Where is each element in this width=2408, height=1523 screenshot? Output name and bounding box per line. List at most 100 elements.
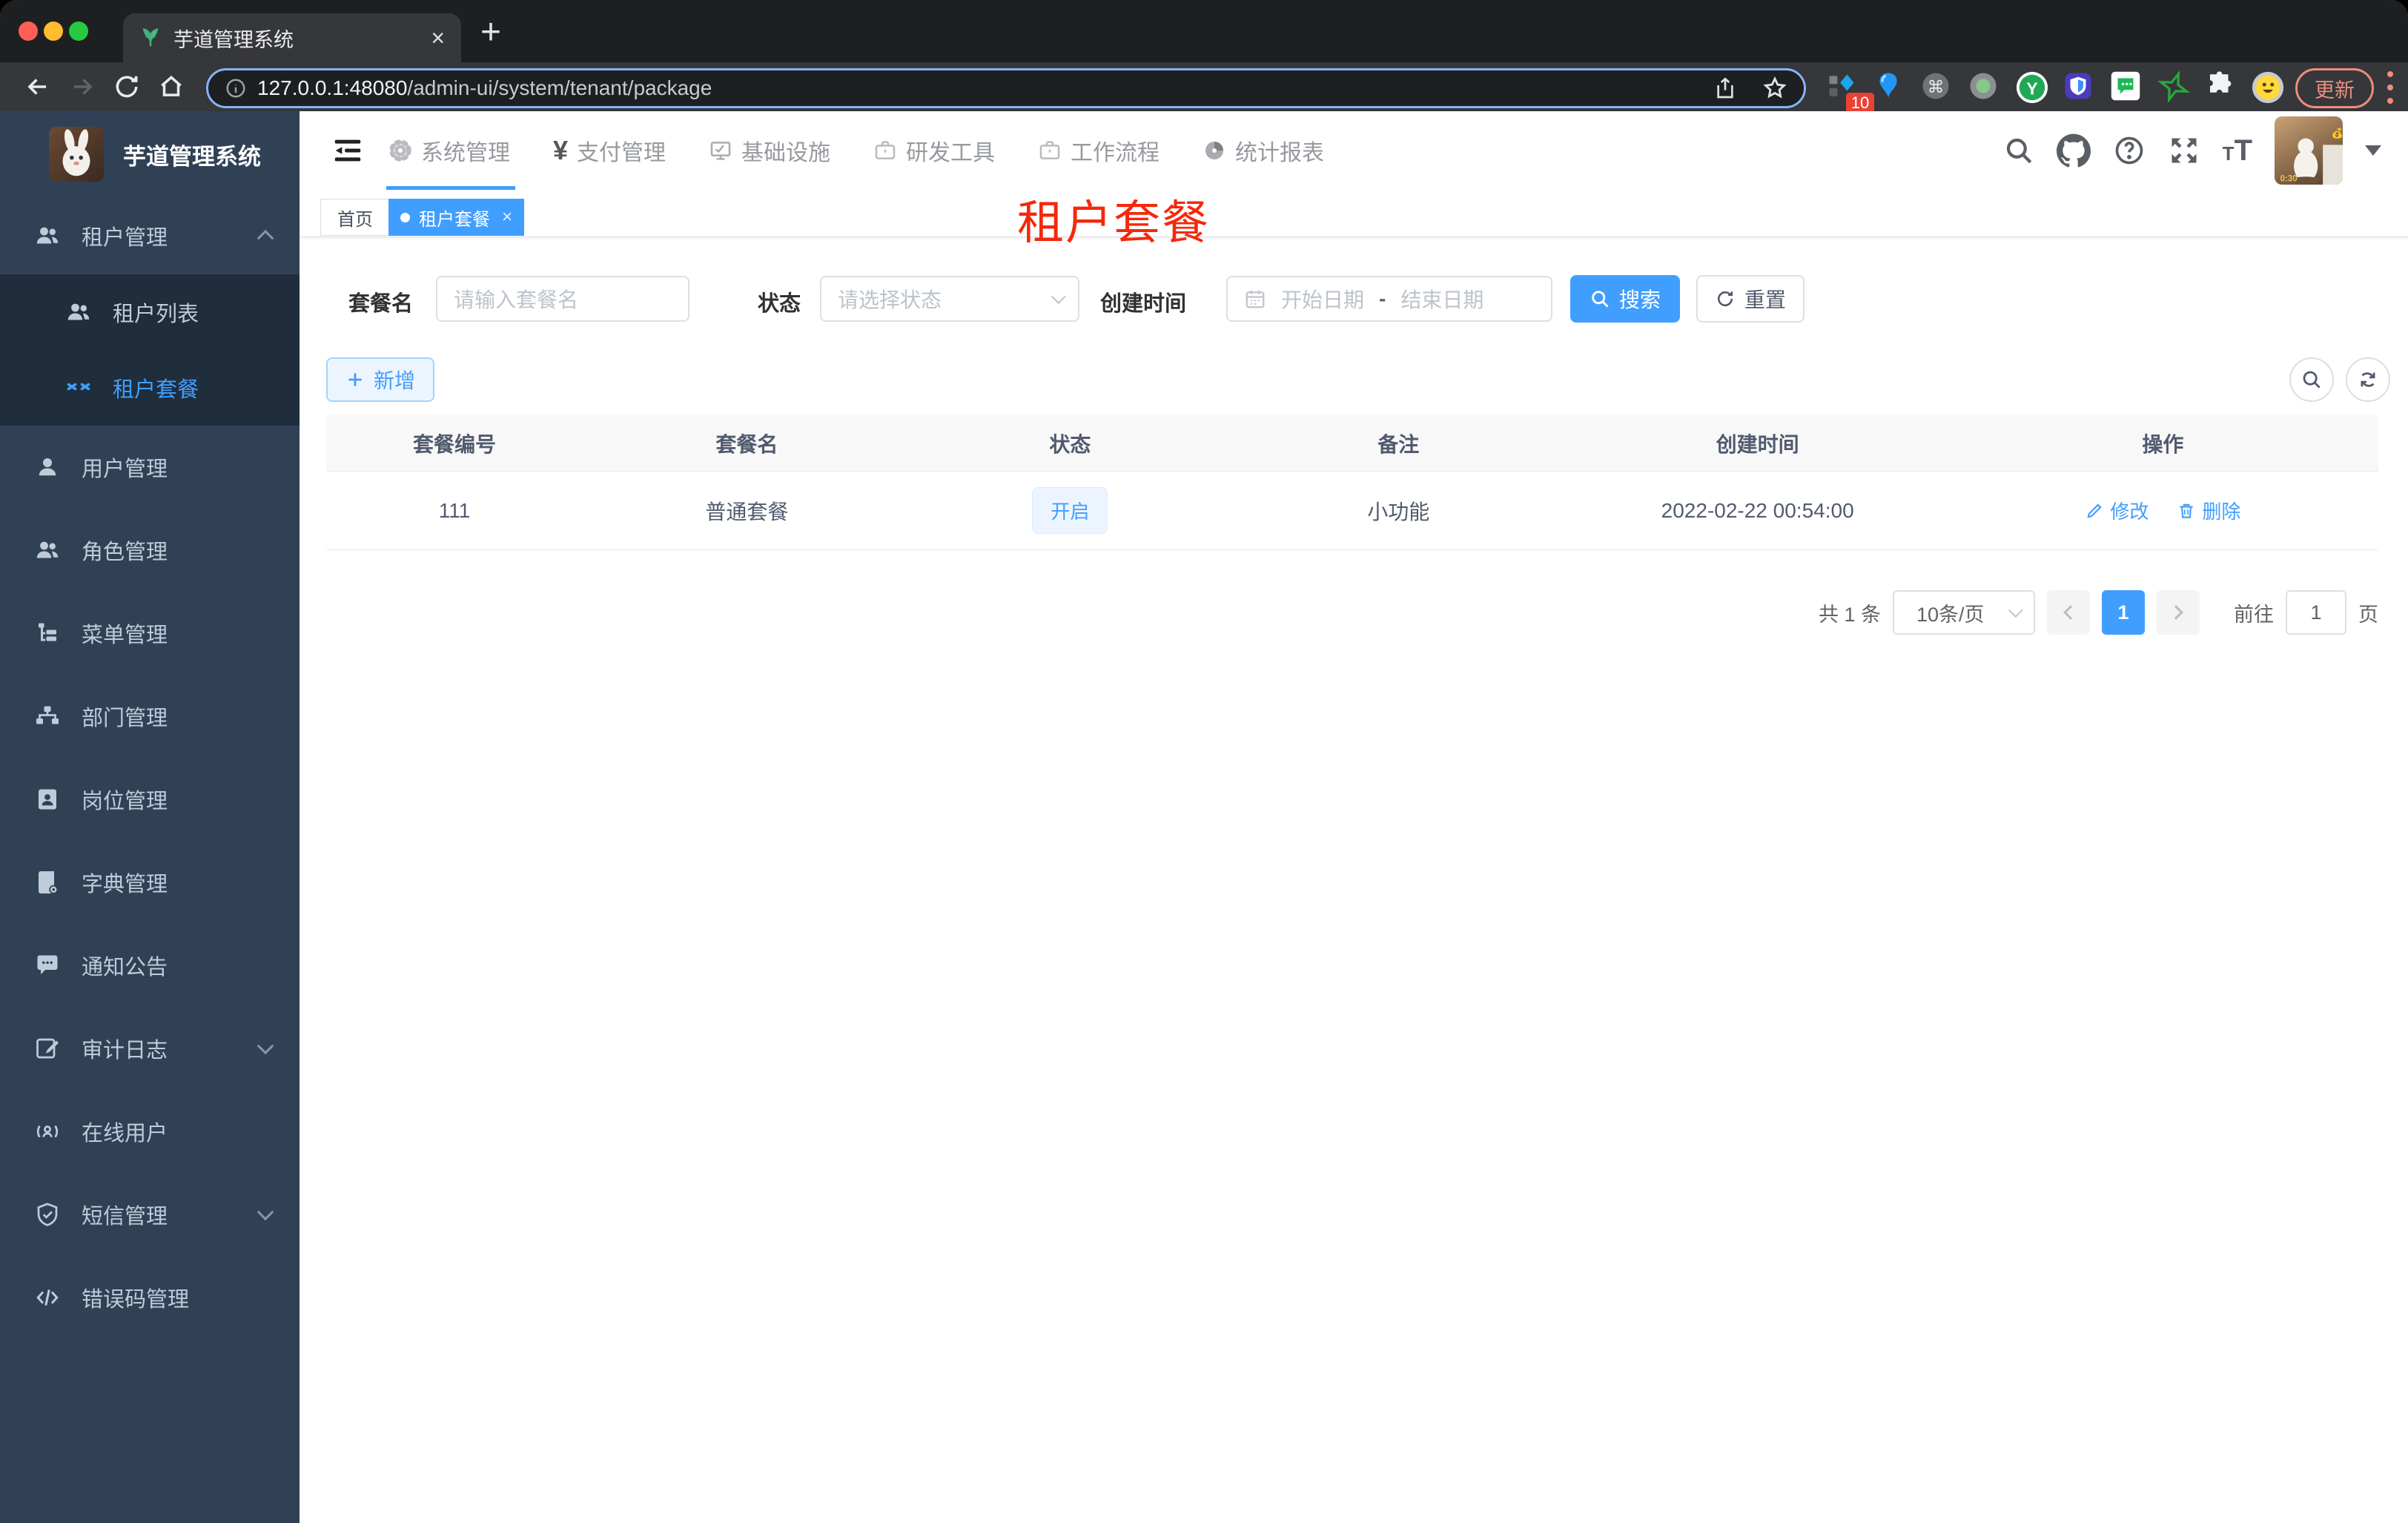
input-placeholder: 请输入套餐名	[454, 288, 579, 311]
home-icon[interactable]	[157, 73, 185, 101]
sidebar-item-online[interactable]: 在线用户	[0, 1090, 300, 1173]
traffic-close-button[interactable]	[19, 22, 38, 41]
sidebar-logo[interactable]: 芋道管理系统	[0, 123, 300, 185]
page-size-select[interactable]: 10条/页	[1893, 590, 2035, 635]
dashboard-icon	[1205, 142, 1224, 159]
shield-check-icon	[37, 1203, 58, 1226]
share-icon[interactable]	[1713, 76, 1737, 100]
sidebar-submenu: 租户列表 租户套餐	[0, 274, 300, 426]
reset-button[interactable]: 重置	[1696, 275, 1805, 323]
top-menu-infra[interactable]: 基础设施	[709, 134, 830, 167]
tab-tenant-package[interactable]: 租户套餐 ×	[388, 199, 525, 236]
top-menu-label: 支付管理	[577, 141, 666, 165]
briefcase-icon	[1039, 141, 1060, 159]
search-icon	[2303, 371, 2321, 389]
sidebar-item-tenant-list[interactable]: 租户列表	[0, 274, 300, 350]
fullscreen-icon[interactable]	[2168, 134, 2200, 167]
next-page-button[interactable]	[2157, 590, 2200, 635]
back-icon[interactable]	[24, 73, 52, 101]
reload-icon[interactable]	[113, 73, 141, 101]
ext-shield-icon[interactable]	[2063, 70, 2094, 102]
tab-close-icon[interactable]: ×	[502, 207, 512, 228]
font-size-icon[interactable]: TT	[2223, 134, 2252, 168]
sidebar-item-audit[interactable]: 审计日志	[0, 1007, 300, 1090]
browser-tabstrip: 芋道管理系统 × +	[0, 0, 2408, 62]
github-icon[interactable]	[2056, 133, 2091, 168]
sidebar-item-label: 租户套餐	[113, 378, 199, 402]
delete-link[interactable]: 删除	[2177, 497, 2240, 524]
sidebar-item-label: 用户管理	[82, 457, 168, 481]
tab-close-icon[interactable]: ×	[431, 26, 445, 50]
top-menu-pay[interactable]: ¥ 支付管理	[553, 134, 666, 167]
prev-page-button[interactable]	[2047, 590, 2090, 635]
avatar-dropdown-icon[interactable]	[2365, 145, 2381, 156]
button-label: 搜索	[1618, 288, 1661, 311]
ext-chat-icon[interactable]	[2110, 70, 2141, 102]
address-bar[interactable]: 127.0.0.1:48080/admin-ui/system/tenant/p…	[206, 68, 1806, 108]
filter-name-label: 套餐名	[348, 292, 414, 316]
chevron-right-icon	[2169, 605, 2183, 620]
pagination: 共 1 条 10条/页 1 前往 1 页	[1819, 590, 2378, 635]
sidebar-item-label: 通知公告	[82, 956, 168, 979]
sidebar-item-post[interactable]: 岗位管理	[0, 758, 300, 841]
user-avatar[interactable]: 💰 0:30	[2275, 116, 2343, 185]
users-icon	[36, 541, 59, 558]
sidebar-collapse-icon[interactable]	[331, 133, 365, 168]
ext-balloon-icon[interactable]	[1873, 70, 1904, 102]
forward-icon[interactable]	[68, 73, 96, 101]
table-search-toggle-button[interactable]	[2289, 357, 2334, 402]
ext-puzzle-icon[interactable]	[2205, 70, 2236, 102]
message-icon	[37, 955, 58, 974]
package-name-input[interactable]: 请输入套餐名	[436, 276, 689, 322]
add-button[interactable]: 新增	[326, 357, 434, 402]
current-page-button[interactable]: 1	[2102, 590, 2145, 635]
site-favicon-icon	[142, 28, 159, 47]
sidebar-item-sms[interactable]: 短信管理	[0, 1173, 300, 1256]
ext-star-icon[interactable]	[2157, 70, 2190, 103]
bookmark-star-icon[interactable]	[1762, 76, 1787, 101]
browser-tab[interactable]: 芋道管理系统 ×	[123, 13, 461, 62]
chevron-down-icon	[2008, 603, 2023, 618]
traffic-zoom-button[interactable]	[69, 22, 88, 41]
ext-command-icon[interactable]: ⌘	[1920, 70, 1951, 102]
browser-update-button[interactable]: 更新	[2295, 68, 2374, 108]
sidebar-item-notice[interactable]: 通知公告	[0, 924, 300, 1007]
sidebar-item-dict[interactable]: 字典管理	[0, 841, 300, 924]
sidebar-item-role[interactable]: 角色管理	[0, 509, 300, 592]
status-select[interactable]: 请选择状态	[820, 276, 1079, 322]
sidebar-item-tenant-group[interactable]: 租户管理	[0, 197, 300, 274]
top-menu-devtools[interactable]: 研发工具	[873, 134, 995, 167]
cell-remark: 小功能	[1367, 500, 1430, 523]
table-refresh-button[interactable]	[2346, 357, 2390, 402]
browser-menu-icon[interactable]	[2387, 71, 2393, 111]
sidebar-item-errcode[interactable]: 错误码管理	[0, 1256, 300, 1339]
sidebar-item-dept[interactable]: 部门管理	[0, 675, 300, 758]
tree-list-icon	[39, 623, 56, 641]
tab-home[interactable]: 首页	[320, 199, 390, 236]
sidebar-item-tenant-package[interactable]: 租户套餐	[0, 350, 300, 426]
top-menu-report[interactable]: 统计报表	[1203, 134, 1324, 167]
ext-emoji-icon[interactable]	[2251, 70, 2285, 105]
site-info-icon[interactable]	[225, 77, 247, 99]
goto-page-input[interactable]: 1	[2286, 590, 2346, 635]
table-row[interactable]: 111 普通套餐 开启 小功能 2022-02-22 00:54:00 修改 删…	[326, 472, 2378, 550]
search-icon[interactable]	[2003, 135, 2034, 166]
edit-link[interactable]: 修改	[2085, 497, 2149, 524]
ext-y-icon[interactable]: Y	[2015, 70, 2049, 105]
date-range-picker[interactable]: 开始日期 - 结束日期	[1226, 276, 1552, 322]
traffic-minimize-button[interactable]	[44, 22, 63, 41]
trash-icon	[2180, 503, 2193, 518]
search-button[interactable]: 搜索	[1570, 275, 1680, 323]
sidebar-item-user[interactable]: 用户管理	[0, 426, 300, 509]
col-header: 套餐名	[715, 432, 778, 456]
top-menu: 系统管理 ¥ 支付管理 基础设施 研发工具 工作流程 统计报表	[388, 111, 1324, 190]
sidebar-item-menu[interactable]: 菜单管理	[0, 592, 300, 675]
top-menu-workflow[interactable]: 工作流程	[1038, 134, 1160, 167]
top-menu-system[interactable]: 系统管理	[388, 134, 510, 167]
broadcast-user-icon	[36, 1125, 59, 1138]
edit-log-icon	[36, 1038, 59, 1059]
new-tab-button[interactable]: +	[480, 12, 501, 53]
help-icon[interactable]	[2113, 134, 2146, 167]
ext-grey-circle-icon[interactable]	[1968, 70, 1999, 102]
cell-package-name: 普通套餐	[705, 500, 789, 523]
